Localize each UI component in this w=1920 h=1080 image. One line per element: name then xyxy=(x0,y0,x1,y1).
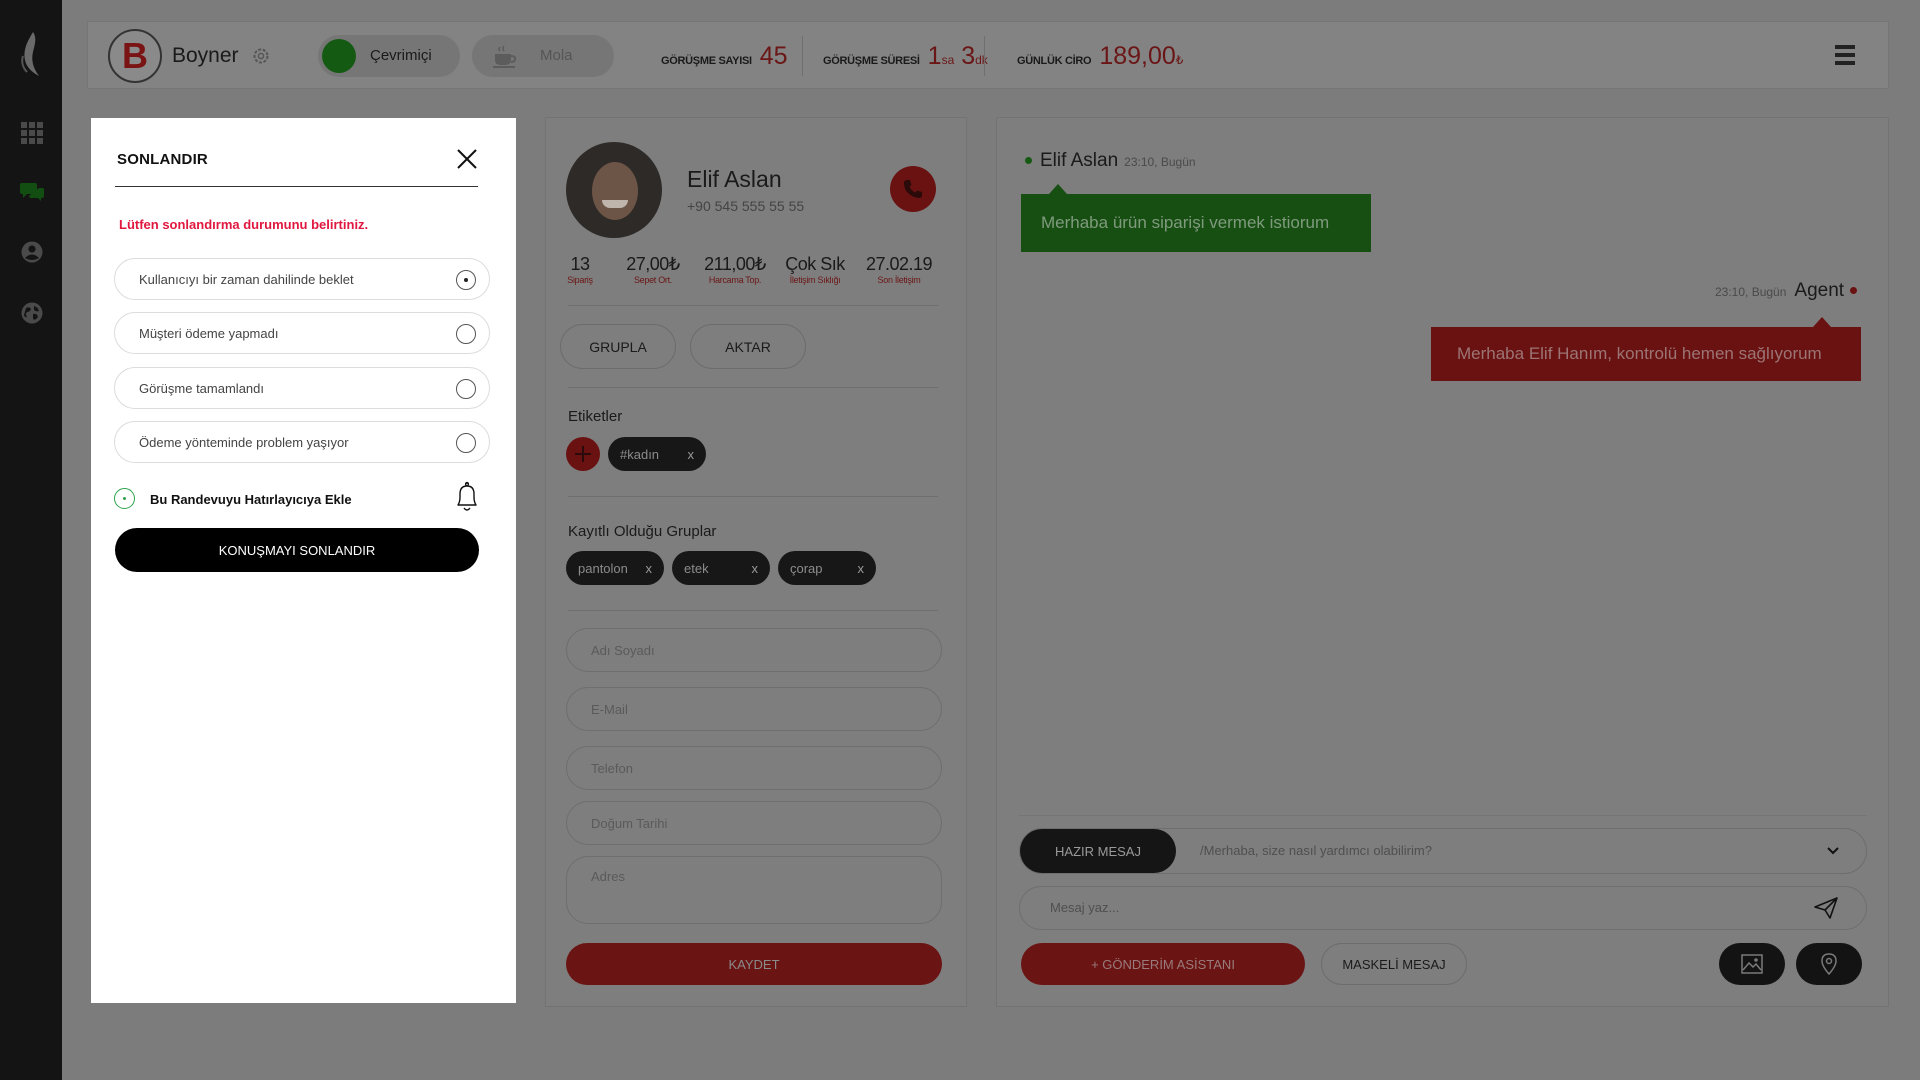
top-header: B Boyner Çevrimiçi Mola GÖRÜŞME SAYISI 4… xyxy=(87,21,1889,89)
modal-warning: Lütfen sonlandırma durumunu belirtiniz. xyxy=(119,217,369,232)
radio-button[interactable] xyxy=(456,379,476,399)
radio-button[interactable] xyxy=(456,433,476,453)
online-indicator xyxy=(322,39,356,73)
divider xyxy=(1019,815,1867,816)
reminder-label: Bu Randevuyu Hatırlayıcıya Ekle xyxy=(150,492,352,507)
header-divider xyxy=(802,36,803,76)
call-duration-stat: GÖRÜŞME SÜRESİ 1sa 3dk xyxy=(823,42,988,70)
group-button[interactable]: GRUPLA xyxy=(560,324,676,369)
plus-icon xyxy=(575,446,591,462)
bell-icon[interactable] xyxy=(454,481,480,513)
divider xyxy=(568,610,938,611)
full-name-field[interactable]: Adı Soyadı xyxy=(566,628,942,672)
send-icon[interactable] xyxy=(1814,897,1838,919)
masked-message-button[interactable]: MASKELİ MESAJ xyxy=(1321,943,1467,985)
agent-dot xyxy=(1850,287,1858,294)
kpi-last-contact: 27.02.19 Son İletişim xyxy=(865,254,933,285)
incoming-message-header: Elif Aslan 23:10, Bugün xyxy=(1025,150,1196,172)
quick-message-select[interactable]: HAZIR MESAJ /Merhaba, size nasıl yardımc… xyxy=(1019,828,1867,874)
call-count-stat: GÖRÜŞME SAYISI 45 xyxy=(661,42,788,70)
phone-icon xyxy=(904,180,922,198)
location-attach-button[interactable] xyxy=(1796,943,1862,985)
brand-name: Boyner xyxy=(172,44,239,67)
sidebar xyxy=(0,0,62,1080)
end-reason-option[interactable]: Kullanıcıyı bir zaman dahilinde beklet xyxy=(114,258,490,300)
email-field[interactable]: E-Mail xyxy=(566,687,942,731)
end-reason-option[interactable]: Görüşme tamamlandı xyxy=(114,367,490,409)
remove-tag-icon[interactable]: x xyxy=(688,447,695,462)
divider xyxy=(568,387,938,388)
kpi-total-spend: 211,00₺ Harcama Top. xyxy=(704,254,766,285)
radio-button[interactable] xyxy=(456,324,476,344)
globe-icon[interactable] xyxy=(20,301,44,325)
incoming-message-bubble: Merhaba ürün siparişi vermek istiorum xyxy=(1021,184,1371,252)
hamburger-menu-icon[interactable] xyxy=(1835,45,1855,67)
chevron-down-icon[interactable] xyxy=(1826,844,1840,858)
customer-name: Elif Aslan xyxy=(687,166,782,192)
group-chip: pantolon x xyxy=(566,551,664,585)
tags-title: Etiketler xyxy=(568,408,623,425)
send-assistant-button[interactable]: + GÖNDERİM ASİSTANI xyxy=(1021,943,1305,985)
modal-divider xyxy=(115,186,478,187)
group-chip: çorap x xyxy=(778,551,876,585)
header-divider xyxy=(984,36,985,76)
kpi-orders: 13 Sipariş xyxy=(567,254,593,285)
modal-title: SONLANDIR xyxy=(117,151,208,168)
call-button[interactable] xyxy=(890,166,936,212)
add-tag-button[interactable] xyxy=(566,437,600,471)
address-field[interactable]: Adres xyxy=(566,856,942,924)
image-icon xyxy=(1741,954,1763,974)
app-logo-icon xyxy=(21,32,39,76)
coffee-cup-icon xyxy=(493,45,517,68)
phone-field[interactable]: Telefon xyxy=(566,746,942,790)
daily-revenue-stat: GÜNLÜK CİRO 189,00₺ xyxy=(1017,42,1184,70)
groups-title: Kayıtlı Olduğu Gruplar xyxy=(568,523,717,540)
image-attach-button[interactable] xyxy=(1719,943,1785,985)
customer-panel: Elif Aslan +90 545 555 55 55 13 Sipariş 2… xyxy=(545,117,967,1007)
end-reason-option[interactable]: Ödeme yönteminde problem yaşıyor xyxy=(114,421,490,463)
radio-button-selected[interactable] xyxy=(456,270,476,290)
reminder-radio[interactable] xyxy=(114,488,135,509)
user-profile-icon[interactable] xyxy=(20,240,44,264)
quick-message-value: /Merhaba, size nasıl yardımcı olabilirim… xyxy=(1200,843,1432,858)
remove-group-icon[interactable]: x xyxy=(858,561,865,576)
kpi-contact-frequency: Çok Sık İletişim Sıklığı xyxy=(785,254,845,285)
location-pin-icon xyxy=(1821,953,1837,975)
kpi-basket-average: 27,00₺ Sepet Ort. xyxy=(626,254,680,285)
close-icon[interactable] xyxy=(455,147,479,171)
save-button[interactable]: KAYDET xyxy=(566,943,942,985)
end-conversation-button[interactable]: KONUŞMAYI SONLANDIR xyxy=(115,528,479,572)
divider xyxy=(568,305,938,306)
birth-date-field[interactable]: Doğum Tarihi xyxy=(566,801,942,845)
chat-panel: Elif Aslan 23:10, Bugün Merhaba ürün sip… xyxy=(996,117,1889,1007)
gear-icon[interactable] xyxy=(251,46,271,66)
online-status-toggle[interactable]: Çevrimiçi xyxy=(318,35,460,77)
online-status-label: Çevrimiçi xyxy=(370,47,432,64)
remove-group-icon[interactable]: x xyxy=(752,561,759,576)
tag-chip: #kadın x xyxy=(608,437,706,471)
remove-group-icon[interactable]: x xyxy=(646,561,653,576)
outgoing-message-bubble: Merhaba Elif Hanım, kontrolü hemen sağlı… xyxy=(1431,317,1861,381)
apps-grid-icon[interactable] xyxy=(20,121,44,145)
outgoing-message-header: 23:10, Bugün Agent xyxy=(1709,280,1858,302)
message-input[interactable]: Mesaj yaz... xyxy=(1019,886,1867,930)
transfer-button[interactable]: AKTAR xyxy=(690,324,806,369)
customer-avatar xyxy=(566,142,662,238)
break-toggle[interactable]: Mola xyxy=(472,35,614,77)
add-reminder-row[interactable]: Bu Randevuyu Hatırlayıcıya Ekle xyxy=(114,481,490,517)
chat-icon[interactable] xyxy=(20,180,44,204)
message-placeholder: Mesaj yaz... xyxy=(1050,900,1120,915)
customer-phone: +90 545 555 55 55 xyxy=(687,198,805,214)
end-conversation-modal: SONLANDIR Lütfen sonlandırma durumunu be… xyxy=(91,118,516,1003)
group-chip: etek x xyxy=(672,551,770,585)
divider xyxy=(568,496,938,497)
quick-message-button[interactable]: HAZIR MESAJ xyxy=(1020,829,1176,873)
break-label: Mola xyxy=(540,47,573,64)
end-reason-option[interactable]: Müşteri ödeme yapmadı xyxy=(114,312,490,354)
brand-logo: B xyxy=(108,29,162,83)
online-dot xyxy=(1025,157,1032,164)
